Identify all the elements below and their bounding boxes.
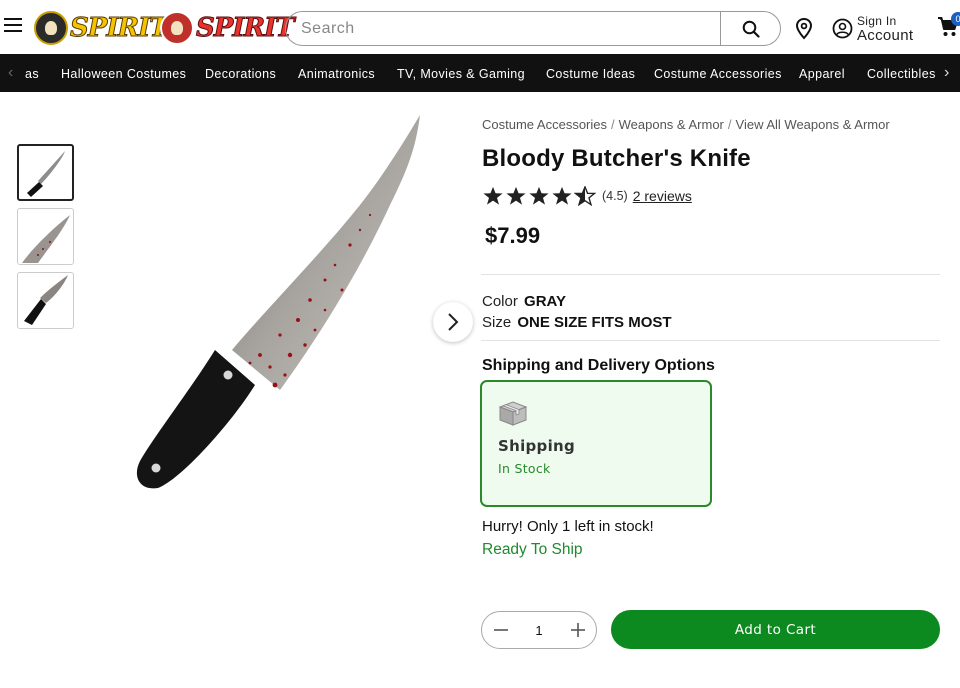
search-button[interactable] [720,12,780,45]
stock-message: Hurry! Only 1 left in stock! [482,518,654,535]
knife-thumbnail-image [27,151,65,197]
chevron-right-icon[interactable]: › [944,64,949,82]
account-button[interactable]: Sign In Account [830,13,930,45]
shipping-option-card[interactable]: Shipping In Stock [480,380,712,507]
increase-quantity-button[interactable] [559,612,596,648]
shipping-heading: Shipping and Delivery Options [482,357,715,374]
product-rating: (4.5) 2 reviews [482,186,692,206]
breadcrumb-link[interactable]: View All Weapons & Armor [736,117,890,132]
knife-angle-image [24,275,68,325]
blade-closeup-image [22,215,70,263]
product-title: Bloody Butcher's Knife [482,145,751,172]
plus-icon [570,623,585,637]
chevron-left-icon[interactable]: ‹ [8,64,13,82]
color-label: Color [482,293,518,310]
star-icon [529,186,549,205]
santa-logo-icon [160,11,194,45]
search-input[interactable] [286,12,720,45]
star-icon [552,186,572,205]
star-rating [482,186,596,206]
search-bar [285,11,781,46]
minus-icon [493,629,508,631]
cart-button[interactable]: 0 [937,12,960,40]
nav-item-animatronics[interactable]: Animatronics [298,67,375,81]
size-value: ONE SIZE FITS MOST [517,314,672,331]
shipping-option-title: Shipping [498,437,576,455]
breadcrumb: Costume Accessories / Weapons & Armor / View… [482,117,890,132]
sign-in-label: Sign In [857,14,897,28]
nav-item-apparel[interactable]: Apparel [799,67,845,81]
color-value: GRAY [524,293,566,310]
star-icon [483,186,503,205]
quantity-input[interactable] [519,622,559,638]
site-header: SPIRIT SPIRIT Sign In Account 0 [0,0,960,54]
spirit-holiday-logo[interactable]: SPIRIT [160,10,295,46]
menu-icon[interactable] [4,18,22,32]
cart-count-badge: 0 [951,12,960,26]
box-icon [498,401,528,426]
logo-text: SPIRIT [196,13,296,44]
nav-item-tv-movies-gaming[interactable]: TV, Movies & Gaming [397,67,525,81]
breadcrumb-separator: / [611,117,615,132]
logo-text: SPIRIT [70,13,170,44]
decrease-quantity-button[interactable] [482,612,519,648]
rating-value: (4.5) [602,189,628,203]
color-attribute: Color GRAY [482,293,566,310]
divider [481,274,940,275]
category-nav: ‹ as Halloween Costumes Decorations Anim… [0,54,960,92]
nav-item-costume-ideas[interactable]: Costume Ideas [546,67,635,81]
shipping-option-status: In Stock [498,461,551,476]
size-attribute: Size ONE SIZE FITS MOST [482,314,672,331]
breadcrumb-link[interactable]: Weapons & Armor [619,117,724,132]
account-label: Account [857,27,914,44]
size-label: Size [482,314,512,331]
nav-item-decorations[interactable]: Decorations [205,67,276,81]
nav-item-costume-accessories[interactable]: Costume Accessories [654,67,782,81]
nav-item-as[interactable]: as [25,67,39,81]
breadcrumb-link[interactable]: Costume Accessories [482,117,607,132]
product-thumbnail-1[interactable] [17,144,74,201]
divider [481,340,940,341]
search-icon [742,20,760,38]
bloody-knife-image [136,115,420,489]
nav-item-halloween-costumes[interactable]: Halloween Costumes [61,67,186,81]
half-star-icon [574,186,596,206]
product-thumbnail-2[interactable] [17,208,74,265]
ready-to-ship-message: Ready To Ship [482,541,583,558]
chevron-right-icon [448,313,459,331]
add-to-cart-button[interactable]: Add to Cart [611,610,940,649]
product-main-image [120,105,440,505]
reviews-link[interactable]: 2 reviews [633,188,692,204]
product-thumbnail-3[interactable] [17,272,74,329]
account-icon [832,18,853,39]
star-icon [506,186,526,205]
quantity-stepper [481,611,597,649]
reaper-logo-icon [34,11,68,45]
nav-item-collectibles[interactable]: Collectibles [867,67,936,81]
spirit-logo[interactable]: SPIRIT [34,10,169,46]
breadcrumb-separator: / [727,117,732,132]
location-pin-icon [795,17,813,40]
store-locator-button[interactable] [795,17,813,40]
product-price: $7.99 [485,223,541,248]
next-image-button[interactable] [433,302,473,342]
